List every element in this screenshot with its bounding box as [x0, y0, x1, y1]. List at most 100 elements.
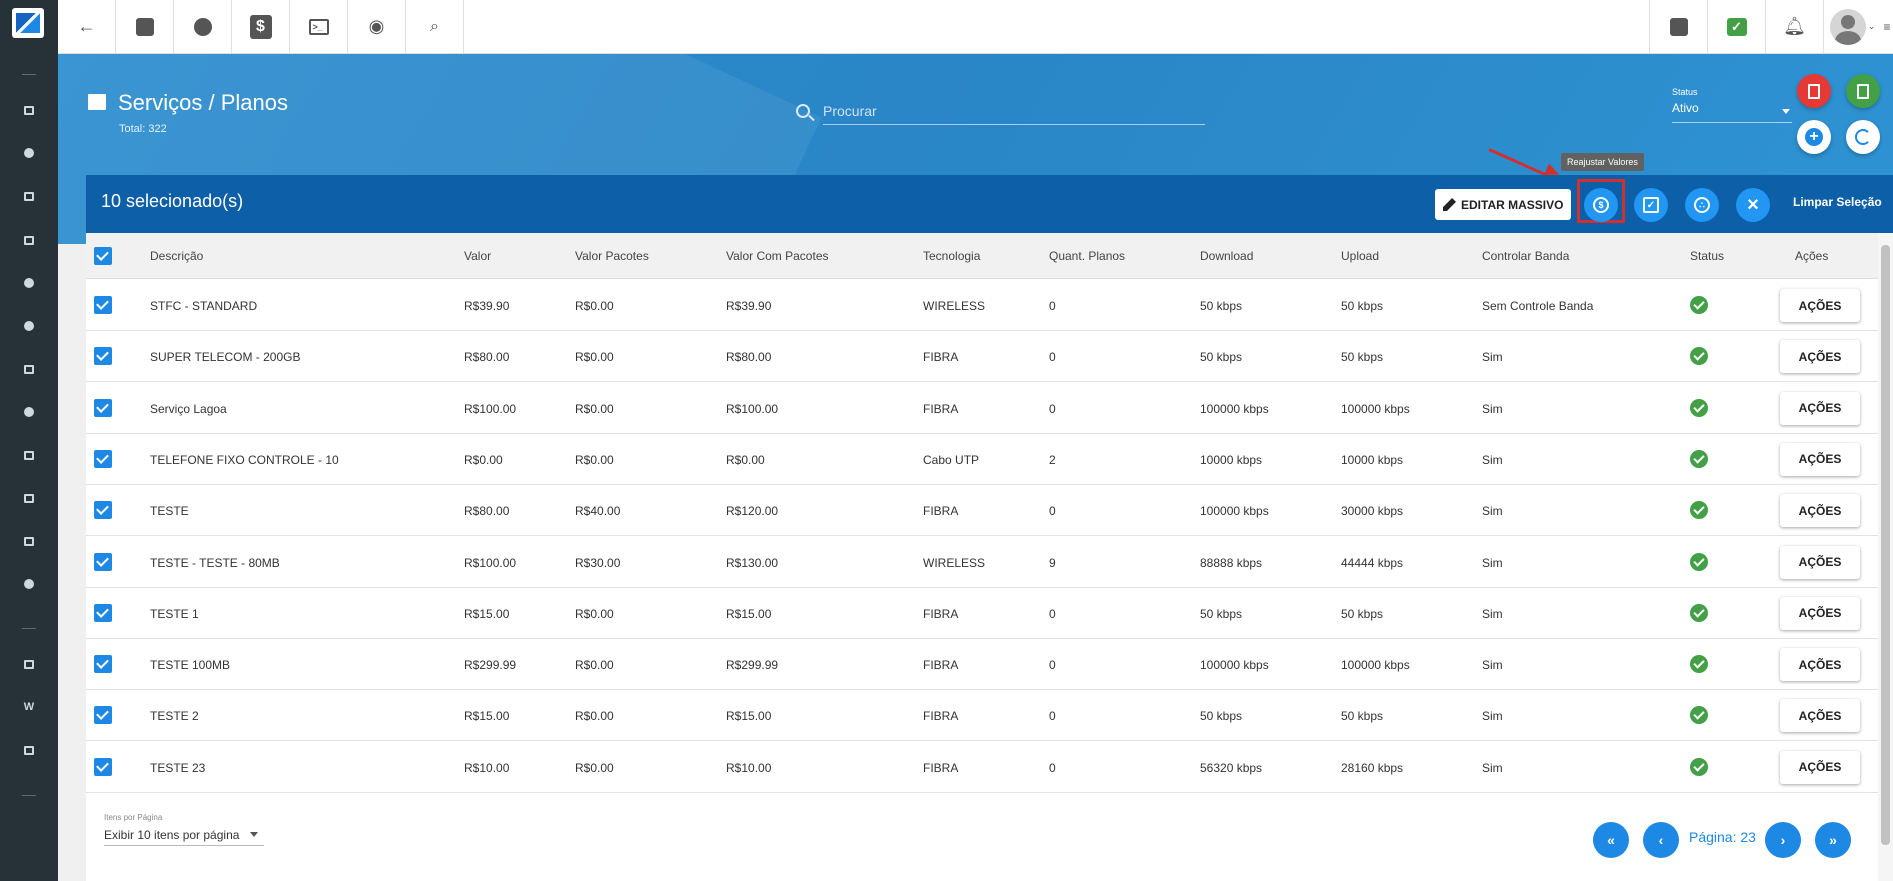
acoes-button[interactable]: AÇÕES	[1780, 750, 1860, 784]
col-quant-planos[interactable]: Quant. Planos	[1049, 249, 1125, 263]
cell-valor-pacotes: R$0.00	[575, 760, 614, 775]
tasks-button[interactable]: ✓	[1707, 0, 1765, 53]
sidebar-video-icon[interactable]	[17, 652, 41, 676]
finance-button[interactable]: $	[232, 0, 290, 53]
selection-toolbar: 10 selecionado(s) EDITAR MASSIVO $ ✓ ∴ ×…	[86, 175, 1893, 233]
add-button[interactable]: +	[1797, 120, 1831, 154]
group-icon: ∴	[1694, 197, 1710, 213]
table-row[interactable]: TESTE 100MB R$299.99 R$0.00 R$299.99 FIBRA 0 1…	[86, 639, 1878, 691]
back-button[interactable]: ←	[58, 0, 116, 53]
first-page-button[interactable]: «	[1593, 822, 1629, 858]
table-row[interactable]: TESTE 2 R$15.00 R$0.00 R$15.00 FIBRA 0 50 kbps…	[86, 690, 1878, 742]
table-row[interactable]: TESTE 23 R$10.00 R$0.00 R$10.00 FIBRA 0 56320 …	[86, 742, 1878, 793]
row-checkbox[interactable]	[94, 655, 112, 674]
row-checkbox[interactable]	[94, 757, 112, 776]
sidebar-box-icon[interactable]	[17, 314, 41, 338]
reajustar-valores-button[interactable]: $	[1584, 188, 1618, 222]
acoes-button[interactable]: AÇÕES	[1780, 494, 1860, 528]
app-logo[interactable]	[12, 8, 44, 38]
row-checkbox[interactable]	[94, 398, 112, 417]
sidebar-wiki-icon[interactable]: W	[17, 695, 41, 719]
acoes-button[interactable]: AÇÕES	[1780, 648, 1860, 682]
search-input[interactable]	[823, 97, 1205, 125]
col-descricao[interactable]: Descrição	[150, 249, 203, 263]
col-valor[interactable]: Valor	[464, 249, 491, 263]
col-upload[interactable]: Upload	[1341, 249, 1379, 263]
search-button[interactable]: ⌕	[406, 0, 464, 53]
table-row[interactable]: Serviço Lagoa R$100.00 R$0.00 R$100.00 FIBRA…	[86, 383, 1878, 434]
acoes-button[interactable]: AÇÕES	[1780, 596, 1860, 630]
pdf-button[interactable]	[1649, 0, 1707, 53]
sidebar-location-icon[interactable]	[17, 400, 41, 424]
sidebar-chat-icon[interactable]	[17, 738, 41, 762]
acoes-button[interactable]: AÇÕES	[1780, 545, 1860, 579]
row-checkbox[interactable]	[94, 552, 112, 571]
notifications-button[interactable]: 🔔︎	[1765, 0, 1823, 53]
chevron-double-right-icon: »	[1829, 832, 1837, 848]
group-selection-button[interactable]: ∴	[1685, 188, 1719, 222]
row-checkbox[interactable]	[94, 501, 112, 520]
table-row[interactable]: TESTE - TESTE - 80MB R$100.00 R$30.00 R$130…	[86, 537, 1878, 588]
terminal-button[interactable]: >_	[290, 0, 348, 53]
col-controlar-banda[interactable]: Controlar Banda	[1482, 249, 1569, 263]
acoes-button[interactable]: AÇÕES	[1780, 699, 1860, 733]
col-tecnologia[interactable]: Tecnologia	[923, 249, 980, 263]
table-row[interactable]: SUPER TELECOM - 200GB R$80.00 R$0.00 R$80.0…	[86, 331, 1878, 383]
row-checkbox[interactable]	[94, 603, 112, 622]
vertical-scrollbar[interactable]	[1878, 233, 1893, 881]
more-menu-button[interactable]: ≡	[1881, 0, 1893, 53]
sidebar-dashboard-icon[interactable]	[17, 98, 41, 122]
sidebar-document-icon[interactable]	[17, 529, 41, 553]
col-download[interactable]: Download	[1200, 249, 1253, 263]
sidebar-board-icon[interactable]	[17, 228, 41, 252]
sidebar-storage-icon[interactable]	[17, 486, 41, 510]
row-checkbox[interactable]	[94, 296, 112, 314]
table-row[interactable]: TESTE R$80.00 R$40.00 R$120.00 FIBRA 0 100000 …	[86, 485, 1878, 537]
prev-page-button[interactable]: ‹	[1643, 822, 1679, 858]
col-valor-com-pacotes[interactable]: Valor Com Pacotes	[726, 249, 829, 263]
edit-massivo-button[interactable]: EDITAR MASSIVO	[1435, 189, 1572, 220]
next-page-button[interactable]: ›	[1765, 822, 1801, 858]
per-page-select[interactable]: Exibir 10 itens por página	[104, 826, 264, 846]
dollar-icon: $	[249, 14, 272, 39]
export-excel-button[interactable]	[1846, 74, 1880, 108]
refresh-button[interactable]	[1846, 120, 1880, 154]
row-checkbox[interactable]	[94, 449, 112, 468]
view-button[interactable]: ◉	[348, 0, 406, 53]
scrollbar-thumb[interactable]	[1881, 245, 1890, 845]
col-valor-pacotes[interactable]: Valor Pacotes	[575, 249, 649, 263]
cell-valor-com-pacotes: R$80.00	[726, 350, 772, 365]
clear-selection-link[interactable]: Limpar Seleção	[1793, 195, 1882, 209]
cancel-selection-button[interactable]: ×	[1736, 188, 1770, 222]
contacts-button[interactable]	[116, 0, 174, 53]
schedule-selection-button[interactable]: ✓	[1634, 188, 1668, 222]
table-row[interactable]: STFC - STANDARD R$39.90 R$0.00 R$39.90 WIREL…	[86, 280, 1878, 331]
cell-download: 100000 kbps	[1200, 658, 1269, 673]
sidebar-schedule-icon[interactable]	[17, 271, 41, 295]
sidebar-settings-icon[interactable]	[17, 572, 41, 596]
cell-valor: R$80.00	[464, 350, 510, 365]
table-row[interactable]: TELEFONE FIXO CONTROLE - 10 R$0.00 R$0.00 R…	[86, 434, 1878, 485]
sidebar-chart-icon[interactable]	[17, 141, 41, 165]
last-page-button[interactable]: »	[1815, 822, 1851, 858]
sidebar-list-icon[interactable]	[17, 443, 41, 467]
row-checkbox[interactable]	[94, 347, 112, 366]
col-status[interactable]: Status	[1690, 249, 1724, 263]
table-row[interactable]: TESTE 1 R$15.00 R$0.00 R$15.00 FIBRA 0 50 kbps…	[86, 588, 1878, 639]
user-menu[interactable]: ⌄	[1823, 0, 1881, 53]
cell-tecnologia: FIBRA	[923, 350, 959, 365]
cell-valor-pacotes: R$0.00	[575, 606, 614, 621]
sidebar-contacts-icon[interactable]	[17, 184, 41, 208]
status-filter-select[interactable]: Ativo	[1672, 101, 1792, 123]
schedule-button[interactable]	[174, 0, 232, 53]
export-pdf-button[interactable]	[1797, 74, 1831, 108]
acoes-button[interactable]: AÇÕES	[1780, 340, 1860, 374]
select-all-checkbox[interactable]	[94, 247, 112, 265]
acoes-button[interactable]: AÇÕES	[1780, 289, 1860, 322]
acoes-button[interactable]: AÇÕES	[1780, 442, 1860, 476]
cell-valor: R$15.00	[464, 709, 510, 724]
calendar-check-icon: ✓	[1643, 197, 1659, 213]
acoes-button[interactable]: AÇÕES	[1780, 391, 1860, 425]
row-checkbox[interactable]	[94, 706, 112, 725]
sidebar-money-icon[interactable]	[17, 357, 41, 381]
